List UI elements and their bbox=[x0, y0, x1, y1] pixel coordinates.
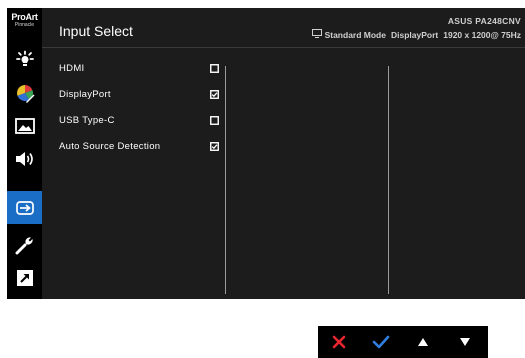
confirm-button[interactable] bbox=[364, 326, 398, 358]
sidebar-item-image[interactable] bbox=[7, 109, 42, 142]
osd-window: ProArt Pinnacle Input Select ASUS PA248C… bbox=[7, 8, 525, 299]
sidebar-item-shortcut[interactable] bbox=[7, 261, 42, 294]
option-label: USB Type-C bbox=[59, 114, 115, 126]
sidebar-item-system-setup[interactable] bbox=[7, 228, 42, 261]
logo-line2: Pinnacle bbox=[14, 22, 35, 28]
logo-line1: ProArt bbox=[11, 12, 38, 22]
image-icon bbox=[14, 117, 35, 134]
checkbox-checked-icon[interactable] bbox=[210, 141, 219, 151]
sound-icon bbox=[15, 150, 35, 168]
sidebar-item-input-select[interactable] bbox=[7, 191, 42, 224]
control-bar bbox=[318, 326, 488, 358]
proart-logo: ProArt Pinnacle bbox=[9, 12, 40, 38]
brightness-icon bbox=[15, 50, 35, 70]
checkbox-unchecked-icon[interactable] bbox=[210, 63, 219, 73]
column-divider bbox=[225, 66, 226, 294]
arrow-up-icon bbox=[417, 337, 429, 347]
arrow-down-icon bbox=[459, 337, 471, 347]
option-displayport[interactable]: DisplayPort bbox=[59, 84, 219, 104]
up-button[interactable] bbox=[406, 326, 440, 358]
option-label: DisplayPort bbox=[59, 88, 111, 100]
color-icon bbox=[15, 83, 35, 103]
system-setup-icon bbox=[15, 235, 35, 255]
option-label: Auto Source Detection bbox=[59, 140, 161, 152]
model-name: ASUS PA248CNV bbox=[447, 16, 521, 26]
shortcut-icon bbox=[16, 269, 34, 287]
option-label: HDMI bbox=[59, 62, 85, 74]
options-area: HDMI DisplayPort USB Type-C Auto Source … bbox=[42, 48, 525, 299]
monitor-icon bbox=[311, 29, 322, 40]
close-icon bbox=[332, 335, 346, 349]
option-auto-source-detection[interactable]: Auto Source Detection bbox=[59, 136, 219, 156]
option-hdmi[interactable]: HDMI bbox=[59, 58, 219, 78]
header: Input Select ASUS PA248CNV Standard Mode… bbox=[42, 8, 525, 48]
main-panel: Input Select ASUS PA248CNV Standard Mode… bbox=[42, 8, 525, 299]
check-icon bbox=[372, 335, 390, 349]
page-title: Input Select bbox=[59, 23, 133, 39]
sidebar: ProArt Pinnacle bbox=[7, 8, 42, 299]
close-button[interactable] bbox=[322, 326, 356, 358]
status-bar: Standard Mode DisplayPort 1920 x 1200@ 7… bbox=[311, 29, 521, 40]
sidebar-item-brightness[interactable] bbox=[7, 43, 42, 76]
sidebar-item-color[interactable] bbox=[7, 76, 42, 109]
sidebar-item-sound[interactable] bbox=[7, 142, 42, 175]
current-input-text: DisplayPort bbox=[390, 29, 439, 40]
down-button[interactable] bbox=[448, 326, 482, 358]
resolution-text: 1920 x 1200@ 75Hz bbox=[443, 29, 521, 40]
checkbox-checked-icon[interactable] bbox=[210, 89, 219, 99]
option-usb-type-c[interactable]: USB Type-C bbox=[59, 110, 219, 130]
column-divider bbox=[388, 66, 389, 294]
input-select-icon bbox=[15, 200, 35, 216]
checkbox-unchecked-icon[interactable] bbox=[210, 115, 219, 125]
color-mode-text: Standard Mode bbox=[324, 29, 386, 40]
